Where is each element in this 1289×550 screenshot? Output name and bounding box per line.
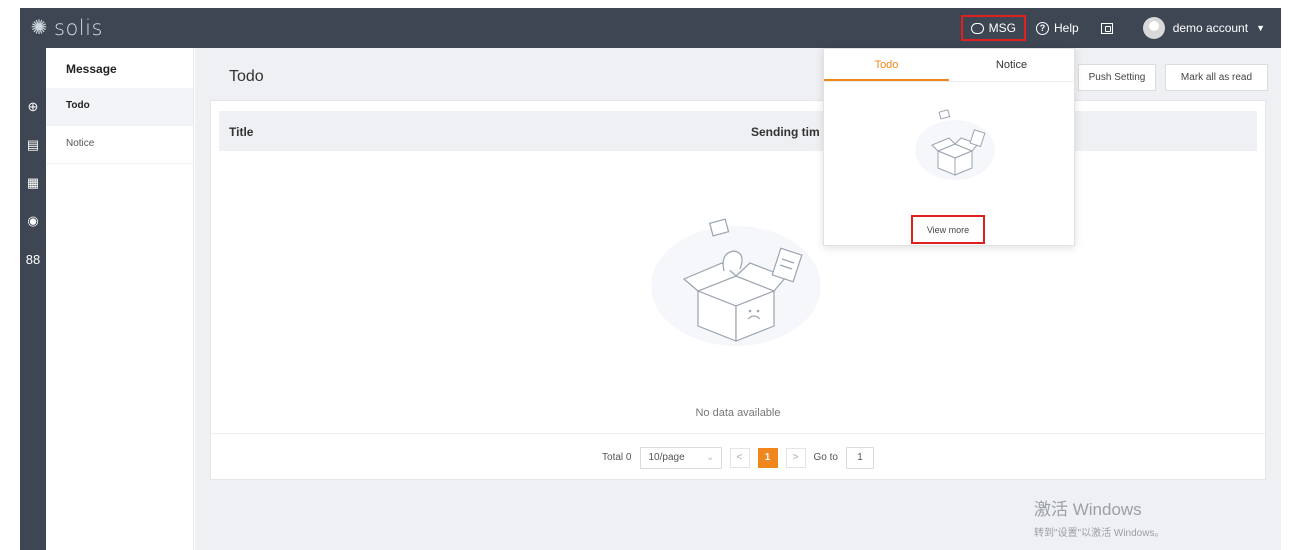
msg-label: MSG (988, 21, 1016, 35)
goto-page-input[interactable]: 1 (845, 446, 874, 469)
account-name: demo account (1172, 21, 1249, 35)
table-header: Title Sending tim (219, 111, 1257, 151)
app-window: ✺ solis MSG ? Help demo account ▼ ⊕ ▤ ▦ … (0, 0, 1289, 550)
view-more-button[interactable]: View more (911, 215, 985, 244)
prev-page-button[interactable]: < (729, 447, 750, 468)
message-table-card: Title Sending tim No data available Tota… (210, 100, 1266, 480)
watermark-line-2: 转到"设置"以激活 Windows。 (1034, 528, 1165, 539)
msg-button[interactable]: MSG (960, 15, 1026, 41)
export-icon[interactable] (1100, 22, 1113, 34)
empty-state-text: No data available (695, 407, 781, 419)
page-size-select[interactable]: 10/page ⌄ (639, 446, 722, 469)
chart-icon[interactable]: ▦ (20, 164, 46, 202)
empty-box-illustration (651, 218, 821, 346)
caret-down-icon: ▼ (1256, 23, 1265, 33)
popover-tabs: Todo Notice (824, 49, 1074, 82)
chat-bubble-icon (970, 22, 984, 34)
empty-box-illustration-small (915, 109, 995, 180)
help-icon: ? (1036, 21, 1049, 35)
popover-tab-notice[interactable]: Notice (949, 49, 1074, 81)
eye-icon[interactable]: ◉ (20, 202, 46, 240)
windows-activation-watermark: 激活 Windows 转到"设置"以激活 Windows。 (1034, 495, 1164, 539)
avatar (1142, 17, 1165, 39)
watermark-line-1: 激活 Windows (1034, 500, 1142, 519)
top-bar: ✺ solis MSG ? Help demo account ▼ (20, 8, 1281, 48)
app-name: solis (54, 16, 103, 40)
next-page-button[interactable]: > (785, 447, 806, 468)
submenu-title: Message (66, 62, 117, 76)
goto-label: Go to (813, 452, 838, 463)
apps-icon[interactable]: 88 (20, 240, 46, 278)
submenu-item-notice[interactable]: Notice (46, 126, 193, 164)
submenu-item-todo[interactable]: Todo (46, 88, 193, 126)
pagination: Total 0 10/page ⌄ < 1 > Go to 1 (211, 433, 1265, 481)
globe-icon[interactable]: ⊕ (20, 88, 46, 126)
account-menu[interactable]: demo account ▼ (1142, 17, 1265, 39)
main-content: Todo Push Setting Mark all as read Title… (195, 48, 1281, 550)
icon-rail: ⊕ ▤ ▦ ◉ 88 (20, 48, 46, 550)
empty-state: No data available (211, 151, 1265, 433)
push-setting-button[interactable]: Push Setting (1078, 64, 1156, 91)
page-number-current[interactable]: 1 (757, 447, 778, 468)
help-label: Help (1054, 21, 1079, 35)
top-right-actions: MSG ? Help demo account ▼ (960, 8, 1281, 48)
column-header-sending-time: Sending tim (751, 125, 820, 139)
chevron-down-icon: ⌄ (706, 452, 715, 463)
popover-tab-todo[interactable]: Todo (824, 49, 949, 81)
help-button[interactable]: ? Help (1036, 21, 1079, 35)
column-header-title: Title (229, 125, 254, 139)
msg-popover: Todo Notice View more (823, 48, 1075, 246)
page-title: Todo (229, 68, 264, 85)
sun-logo-icon: ✺ (30, 17, 48, 39)
total-count: Total 0 (602, 452, 632, 463)
page-size-value: 10/page (648, 452, 685, 463)
mark-all-read-button[interactable]: Mark all as read (1165, 64, 1268, 91)
message-submenu: Message Todo Notice (46, 48, 194, 550)
document-icon[interactable]: ▤ (20, 126, 46, 164)
logo[interactable]: ✺ solis (28, 16, 103, 40)
